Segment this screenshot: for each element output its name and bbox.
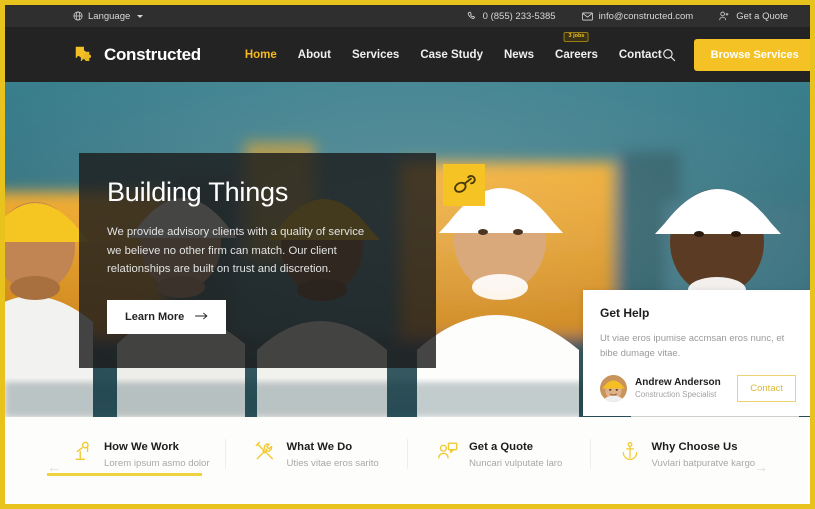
feature-title: Why Choose Us	[651, 441, 738, 453]
main-navigation-bar: Constructed Home About Services Case Stu…	[5, 27, 810, 82]
specialist-role: Construction Specialist	[635, 389, 717, 399]
feature-why-choose-us-text: Why Choose Us Vuvlari batpuratve kargo	[652, 439, 756, 469]
brand-logo[interactable]: Constructed	[73, 44, 201, 66]
feature-get-a-quote[interactable]: Get a Quote Nuncari vulputate laro	[407, 439, 590, 469]
feature-how-we-work-text: How We Work Lorem ipsum asmo dolor	[104, 439, 210, 469]
chevron-down-icon	[137, 14, 144, 18]
nav-item-home-label: Home	[244, 48, 277, 61]
feature-subtitle: Lorem ipsum asmo dolor	[104, 457, 210, 469]
contact-button[interactable]: Contact	[737, 375, 796, 402]
envelope-icon	[581, 12, 593, 21]
email-link[interactable]: info@constructed.com	[581, 10, 694, 22]
nav-item-about[interactable]: About	[298, 45, 331, 65]
tools-icon	[254, 439, 277, 462]
feature-how-we-work[interactable]: How We Work Lorem ipsum asmo dolor	[43, 439, 225, 469]
feature-carousel: ← → How We Work Lorem ipsum asmo dolor W…	[5, 417, 810, 504]
top-contact-group: 0 (855) 233-5385 info@constructed.com Ge…	[467, 11, 788, 22]
nav-item-news[interactable]: News	[504, 45, 534, 65]
feature-list: How We Work Lorem ipsum asmo dolor What …	[5, 439, 810, 469]
specialist-row: Andrew Anderson Construction Specialist …	[600, 375, 796, 402]
feature-subtitle: Uties vitae eros sarito	[286, 457, 379, 469]
quote-chat-icon	[436, 439, 459, 462]
learn-more-label: Learn More	[125, 311, 185, 324]
nav-item-news-label: News	[503, 48, 535, 61]
wrench-icon	[443, 164, 485, 206]
language-label: Language	[88, 10, 131, 22]
specialist-name: Andrew Anderson	[635, 377, 721, 389]
crane-icon	[71, 439, 94, 462]
nav-actions: Browse Services	[662, 38, 810, 71]
user-plus-icon	[719, 11, 730, 21]
browse-services-button[interactable]: Browse Services	[693, 38, 810, 71]
nav-item-contact[interactable]: Contact	[619, 45, 662, 65]
nav-item-services[interactable]: Services	[352, 45, 399, 65]
brand-name: Constructed	[104, 44, 201, 64]
feature-subtitle: Vuvlari batpuratve kargo	[651, 457, 756, 469]
nav-item-contact-label: Contact	[618, 48, 662, 61]
get-a-quote-link[interactable]: Get a Quote	[719, 11, 788, 22]
feature-title: What We Do	[286, 441, 353, 453]
nav-item-case-study[interactable]: Case Study	[420, 45, 483, 65]
get-help-card: Get Help Ut viae eros ipumise accmsan er…	[583, 290, 810, 416]
feature-why-choose-us[interactable]: Why Choose Us Vuvlari batpuratve kargo	[589, 439, 773, 469]
feature-get-a-quote-text: Get a Quote Nuncari vulputate laro	[469, 439, 562, 469]
phone-icon	[467, 11, 477, 21]
feature-subtitle: Nuncari vulputate laro	[469, 457, 563, 469]
top-utility-bar: Language 0 (855) 233-5385 info@construct…	[5, 5, 810, 27]
worker-avatar	[600, 375, 627, 402]
nav-item-careers-label: Careers	[555, 48, 598, 61]
nav-item-case-study-label: Case Study	[420, 48, 483, 61]
feature-title: How We Work	[104, 441, 179, 453]
nav-item-services-label: Services	[352, 48, 400, 61]
active-feature-indicator	[47, 473, 202, 476]
phone-number: 0 (855) 233-5385	[482, 10, 556, 22]
learn-more-button[interactable]: Learn More	[107, 300, 227, 335]
arrow-right-icon	[195, 311, 208, 323]
hero-text-card: Building Things We provide advisory clie…	[79, 153, 485, 369]
feature-what-we-do-text: What We Do Uties vitae eros sarito	[287, 439, 379, 469]
get-a-quote-label: Get a Quote	[736, 10, 788, 22]
hero-description: We provide advisory clients with a quali…	[107, 226, 365, 275]
email-address: info@constructed.com	[598, 10, 694, 22]
jobs-count-badge: 3 jobs	[563, 31, 589, 42]
get-help-title: Get Help	[600, 306, 650, 320]
feature-what-we-do[interactable]: What We Do Uties vitae eros sarito	[224, 439, 408, 469]
specialist-info: Andrew Anderson Construction Specialist	[635, 377, 729, 400]
get-help-description: Ut viae eros ipumise accmsan eros nunc, …	[600, 333, 785, 359]
globe-icon	[73, 11, 83, 21]
hero-title: Building Things	[107, 177, 289, 207]
nav-item-about-label: About	[297, 48, 331, 61]
page-root: Language 0 (855) 233-5385 info@construct…	[0, 0, 815, 509]
nav-menu: Home About Services Case Study News 3 jo…	[245, 31, 662, 65]
puzzle-logo-icon	[73, 44, 95, 66]
language-selector[interactable]: Language	[73, 10, 144, 22]
feature-title: Get a Quote	[469, 441, 534, 453]
nav-item-careers[interactable]: 3 jobs Careers	[555, 31, 598, 65]
phone-link[interactable]: 0 (855) 233-5385	[467, 11, 556, 22]
anchor-icon	[619, 439, 642, 462]
nav-item-home[interactable]: Home	[245, 45, 277, 65]
search-icon[interactable]	[662, 48, 676, 62]
